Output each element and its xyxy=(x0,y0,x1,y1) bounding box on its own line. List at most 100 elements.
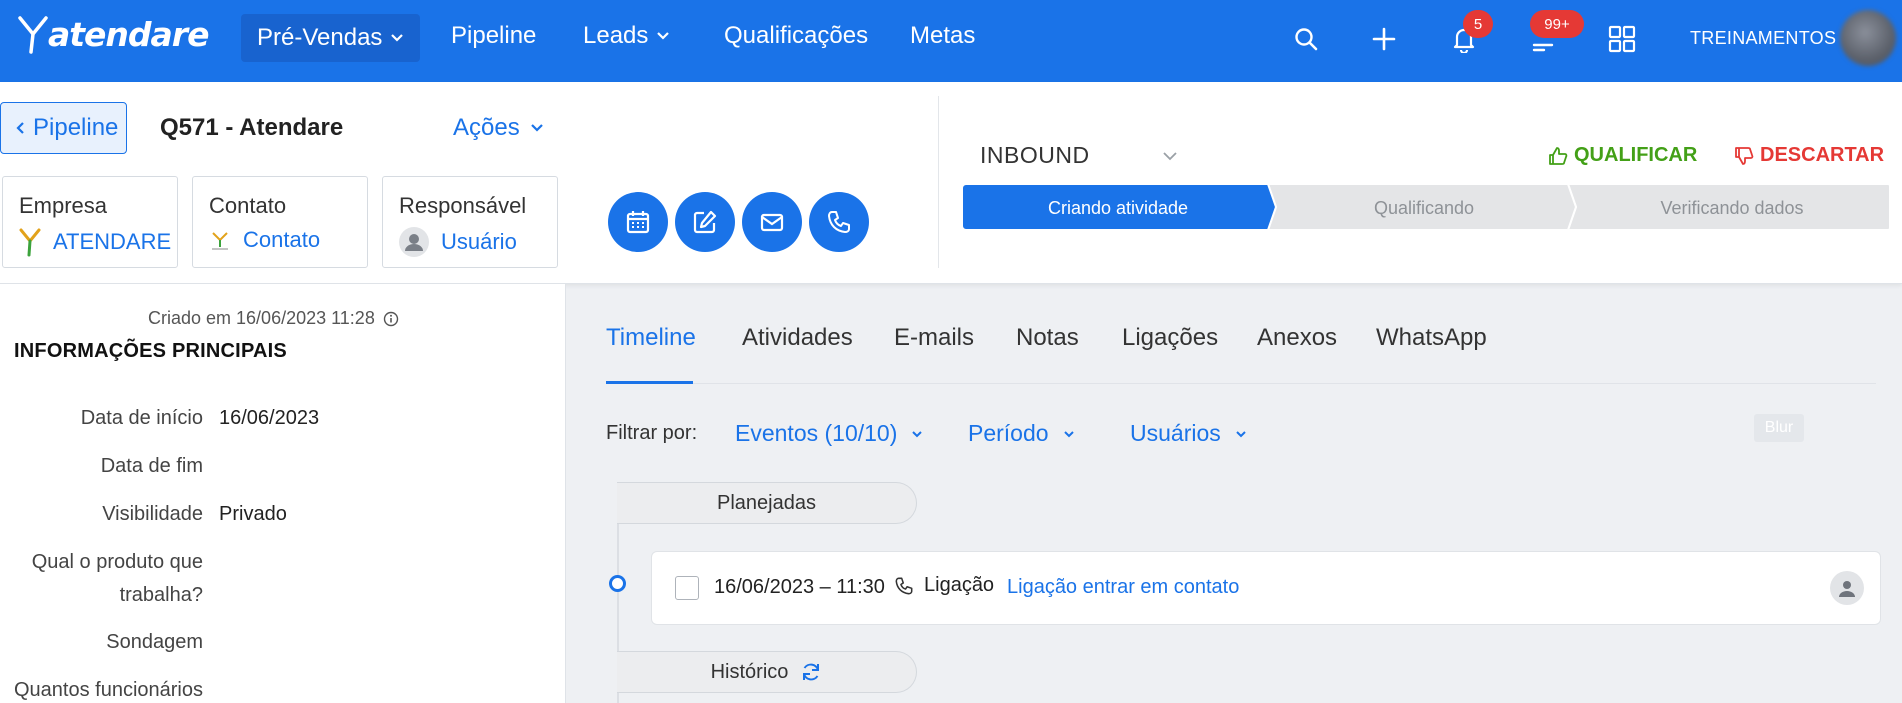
thumbs-down-icon xyxy=(1735,146,1754,165)
user-name[interactable]: TREINAMENTOS xyxy=(1690,28,1836,49)
history-section-pill: Histórico xyxy=(617,651,917,693)
origin-select[interactable]: INBOUND xyxy=(980,142,1178,169)
active-tab-indicator xyxy=(606,381,693,384)
filter-users-dropdown[interactable]: Usuários xyxy=(1130,420,1247,447)
origin-label: INBOUND xyxy=(980,142,1090,168)
filter-events-label: Eventos (10/10) xyxy=(735,420,898,446)
deal-title: Q571 - Atendare xyxy=(160,114,344,141)
tab-emails[interactable]: E-mails xyxy=(894,324,974,352)
user-icon xyxy=(1839,581,1855,597)
nav-qualificacoes[interactable]: Qualificações xyxy=(724,22,868,50)
field-label: Sondagem xyxy=(106,631,203,653)
activity-title-link[interactable]: Ligação entrar em contato xyxy=(1007,576,1239,599)
owner-link[interactable]: Usuário xyxy=(399,227,517,257)
nav-label: Metas xyxy=(910,22,976,49)
edit-icon xyxy=(693,210,717,234)
chevron-down-icon xyxy=(391,34,404,42)
schedule-button[interactable] xyxy=(608,192,668,252)
nav-label: Pipeline xyxy=(451,22,537,49)
filter-period-label: Período xyxy=(968,420,1049,446)
section-title: INFORMAÇÕES PRINCIPAIS xyxy=(14,340,287,362)
note-button[interactable] xyxy=(675,192,735,252)
stage-label-verificando[interactable]: Verificando dados xyxy=(1574,198,1890,219)
plus-icon[interactable] xyxy=(1367,22,1401,56)
company-link[interactable]: ATENDARE xyxy=(19,227,171,257)
actions-label: Ações xyxy=(453,114,520,141)
card-title: Responsável xyxy=(399,193,527,218)
phone-icon xyxy=(828,211,850,233)
refresh-icon[interactable] xyxy=(800,661,822,683)
blur-button[interactable]: Blur xyxy=(1754,414,1804,442)
nav-label: Qualificações xyxy=(724,22,869,49)
filter-label: Filtrar por: xyxy=(606,422,698,444)
filter-events-dropdown[interactable]: Eventos (10/10) xyxy=(735,420,923,447)
tab-ligacoes[interactable]: Ligações xyxy=(1122,324,1218,352)
details-panel: Criado em 16/06/2023 11:28 INFORMAÇÕES P… xyxy=(0,284,566,703)
qualify-label: QUALIFICAR xyxy=(1574,144,1698,166)
tasks-badge: 99+ xyxy=(1530,10,1584,38)
mail-icon xyxy=(760,213,784,232)
header-divider xyxy=(938,96,939,268)
deal-header: Pipeline Q571 - Atendare Ações Empresa A… xyxy=(0,82,1902,284)
field-value[interactable]: Privado xyxy=(219,498,287,531)
back-label: Pipeline xyxy=(33,114,119,141)
tab-timeline[interactable]: Timeline xyxy=(606,324,696,352)
user-avatar-icon xyxy=(399,227,429,257)
field-label: Qual o produto que xyxy=(31,551,203,573)
field-label: Quantos funcionários xyxy=(13,679,203,701)
chevron-down-icon xyxy=(912,430,923,437)
planned-label: Planejadas xyxy=(717,491,816,514)
discard-button[interactable]: DESCARTAR xyxy=(1734,144,1884,167)
tabs-divider xyxy=(606,383,1876,384)
company-card: Empresa ATENDARE xyxy=(2,176,178,268)
call-button[interactable] xyxy=(809,192,869,252)
atendare-logo[interactable]: atendare xyxy=(18,14,209,54)
tab-anexos[interactable]: Anexos xyxy=(1257,324,1337,352)
notifications-badge: 5 xyxy=(1463,10,1493,38)
activity-checkbox[interactable] xyxy=(675,576,699,600)
thumbs-up-icon xyxy=(1549,146,1568,165)
field-label: Data de início xyxy=(80,407,203,429)
nav-pre-vendas[interactable]: Pré-Vendas xyxy=(241,14,421,62)
top-navbar: atendare Pré-Vendas Pipeline Leads Quali… xyxy=(0,0,1902,82)
stage-progress: Criando atividade Qualificando Verifican… xyxy=(962,184,1890,232)
owner-card: Responsável Usuário xyxy=(382,176,558,268)
activity-user-avatar[interactable] xyxy=(1830,571,1864,605)
stage-label-criando[interactable]: Criando atividade xyxy=(962,198,1274,219)
field-value[interactable]: 16/06/2023 xyxy=(219,402,319,435)
created-at: Criado em 16/06/2023 11:28 xyxy=(148,308,399,329)
nav-pipeline[interactable]: Pipeline xyxy=(451,22,536,50)
back-to-pipeline-button[interactable]: Pipeline xyxy=(0,102,127,154)
email-button[interactable] xyxy=(742,192,802,252)
user-avatar[interactable] xyxy=(1840,10,1896,66)
activity-card[interactable]: 16/06/2023 – 11:30 Ligação Ligação entra… xyxy=(651,551,1881,625)
field-label: Visibilidade xyxy=(102,503,203,525)
logo-mark-icon xyxy=(18,16,48,54)
info-icon[interactable] xyxy=(383,311,399,327)
history-label: Histórico xyxy=(710,660,789,683)
qualify-button[interactable]: QUALIFICAR xyxy=(1548,144,1697,167)
discard-label: DESCARTAR xyxy=(1760,144,1885,166)
nav-metas[interactable]: Metas xyxy=(910,22,975,50)
created-text: Criado em 16/06/2023 11:28 xyxy=(148,308,375,328)
company-name: ATENDARE xyxy=(53,229,172,254)
tab-notas[interactable]: Notas xyxy=(1016,324,1079,352)
apps-grid-icon[interactable] xyxy=(1605,22,1639,56)
nav-leads[interactable]: Leads xyxy=(583,22,670,50)
tab-atividades[interactable]: Atividades xyxy=(742,324,853,352)
contact-card: Contato Contato xyxy=(192,176,368,268)
search-icon[interactable] xyxy=(1289,22,1323,56)
card-title: Empresa xyxy=(19,193,108,218)
tab-whatsapp[interactable]: WhatsApp xyxy=(1376,324,1487,352)
company-logo-icon xyxy=(19,228,41,257)
chevron-down-icon xyxy=(1063,430,1074,437)
card-title: Contato xyxy=(209,193,287,218)
contact-name: Contato xyxy=(243,227,321,252)
actions-dropdown[interactable]: Ações xyxy=(453,114,544,142)
contact-link[interactable]: Contato xyxy=(209,227,320,253)
filter-period-dropdown[interactable]: Período xyxy=(968,420,1075,447)
chevron-left-icon xyxy=(16,122,24,134)
stage-label-qualificando[interactable]: Qualificando xyxy=(1274,198,1574,219)
logo-text: atendare xyxy=(48,14,209,54)
field-label: trabalha? xyxy=(119,584,203,606)
